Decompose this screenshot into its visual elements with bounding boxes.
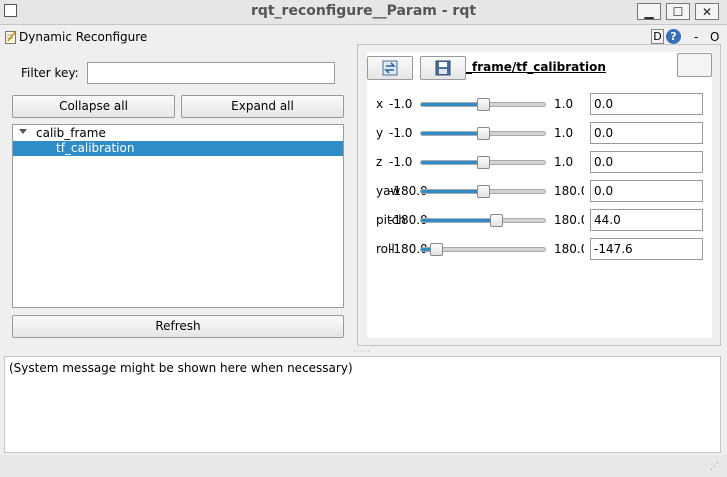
param-min: -1.0 — [389, 126, 413, 140]
param-slider-handle[interactable] — [476, 185, 490, 198]
resize-grip-icon[interactable]: ⋰ — [710, 462, 719, 472]
param-slider-handle[interactable] — [476, 98, 490, 111]
expand-all-button[interactable]: Expand all — [181, 95, 344, 118]
param-value-input[interactable]: 44.0 — [590, 209, 703, 231]
param-max: 180.0 — [554, 242, 584, 256]
param-min: -1.0 — [389, 155, 413, 169]
expand-arrow-icon[interactable] — [19, 129, 27, 134]
param-value-input[interactable]: 0.0 — [590, 93, 703, 115]
param-slider-handle[interactable] — [430, 243, 444, 256]
param-max: 180.0 — [554, 184, 584, 198]
node-tree[interactable]: calib_frame tf_calibration — [12, 124, 344, 308]
param-slider-track[interactable] — [420, 218, 546, 223]
status-bar — [0, 455, 727, 477]
plugin-close-button[interactable]: O — [710, 30, 719, 44]
param-value-input[interactable]: 0.0 — [590, 151, 703, 173]
param-value-input[interactable]: -147.6 — [590, 238, 703, 260]
document-edit-icon — [5, 30, 17, 44]
filter-key-label: Filter key: — [21, 66, 79, 80]
system-message-area: (System message might be shown here when… — [4, 356, 721, 453]
param-min: -1.0 — [389, 97, 413, 111]
minimize-icon: ▁ — [644, 4, 654, 19]
param-name: y — [376, 126, 384, 140]
window-title: rqt_reconfigure__Param - rqt — [250, 3, 477, 19]
reload-button[interactable] — [367, 56, 413, 80]
help-icon[interactable]: ? — [666, 29, 681, 44]
param-name: z — [376, 155, 383, 169]
close-button[interactable]: ✕ — [695, 3, 719, 20]
param-value-input[interactable]: 0.0 — [590, 180, 703, 202]
param-slider-handle[interactable] — [476, 156, 490, 169]
reload-icon — [382, 60, 398, 76]
param-slider-handle[interactable] — [476, 127, 490, 140]
param-slider-fill — [421, 103, 483, 106]
close-icon: ✕ — [701, 4, 713, 19]
tree-item-label: tf_calibration — [56, 141, 135, 155]
minimize-button[interactable]: ▁ — [637, 3, 661, 20]
node-name-label: _frame/tf_calibration — [466, 60, 606, 74]
param-max: 1.0 — [554, 126, 574, 140]
param-max: 1.0 — [554, 97, 574, 111]
param-value-input[interactable]: 0.0 — [590, 122, 703, 144]
param-name: x — [376, 97, 384, 111]
param-slider-fill — [421, 161, 483, 164]
tree-item-tf-calibration[interactable]: tf_calibration — [13, 141, 343, 156]
close-node-button[interactable] — [677, 53, 712, 77]
param-max: 1.0 — [554, 155, 574, 169]
refresh-button[interactable]: Refresh — [12, 315, 344, 338]
save-button[interactable] — [420, 56, 466, 80]
param-slider-fill — [421, 219, 498, 222]
collapse-all-button[interactable]: Collapse all — [12, 95, 175, 118]
plugin-title: Dynamic Reconfigure — [19, 30, 148, 44]
param-slider-handle[interactable] — [490, 214, 504, 227]
tree-item-calib-frame[interactable]: calib_frame — [36, 126, 106, 140]
param-max: 180.0 — [554, 213, 584, 227]
param-slider-fill — [421, 190, 483, 193]
system-message-text: (System message might be shown here when… — [9, 361, 353, 375]
title-bar: rqt_reconfigure__Param - rqt ▁ ☐ ✕ — [0, 0, 727, 25]
vertical-splitter-handle[interactable]: ····· — [353, 347, 371, 356]
maximize-button[interactable]: ☐ — [666, 3, 690, 20]
param-slider-fill — [421, 132, 483, 135]
plugin-minimize-button[interactable]: - — [694, 30, 698, 44]
maximize-icon: ☐ — [672, 4, 684, 19]
save-icon — [435, 60, 451, 76]
filter-key-input[interactable] — [87, 62, 335, 84]
plugin-d-button[interactable]: D — [651, 29, 664, 44]
